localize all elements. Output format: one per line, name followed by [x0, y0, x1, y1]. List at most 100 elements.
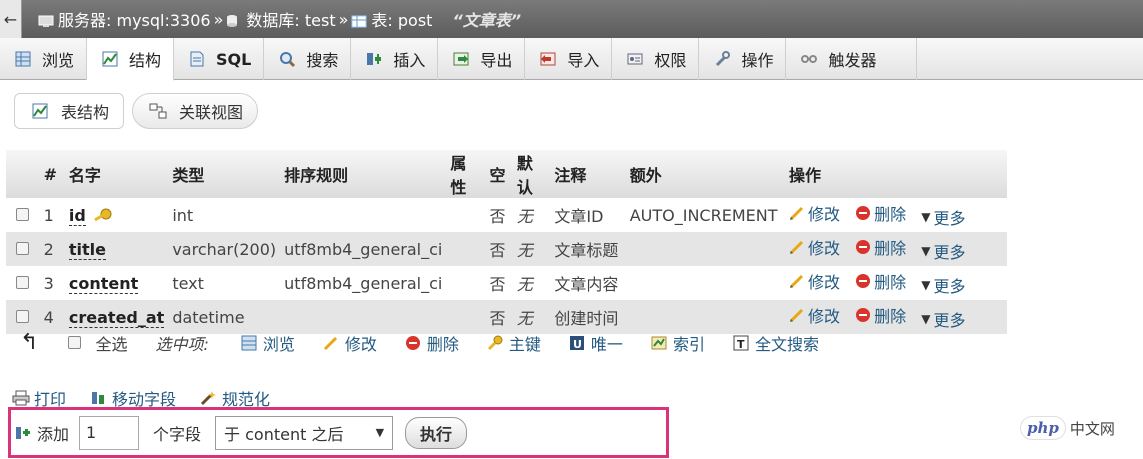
drop-link[interactable]: 删除	[855, 201, 906, 225]
edit-link[interactable]: 修改	[789, 303, 840, 327]
field-position-select[interactable]: 于 content 之后 ▼	[215, 415, 394, 450]
delete-icon	[405, 335, 421, 351]
key-icon	[487, 335, 503, 351]
field-position-value: 于 content 之后	[224, 424, 344, 444]
select-all[interactable]: 全选	[68, 331, 127, 355]
field-collation: utf8mb4_general_ci	[280, 232, 447, 266]
field-name[interactable]: content	[68, 273, 139, 294]
header-null: 空	[485, 150, 513, 198]
header-checkbox	[6, 150, 40, 198]
tab-triggers[interactable]: 触发器	[786, 38, 918, 80]
tab-search[interactable]: 搜索	[264, 38, 352, 80]
pencil-icon	[789, 205, 805, 221]
structure-icon	[101, 50, 119, 68]
more-dropdown[interactable]: ▼ 更多	[921, 273, 965, 297]
field-null: 否	[485, 232, 513, 266]
field-attributes	[446, 266, 486, 300]
bulk-fulltext-button[interactable]: T 全文搜索	[733, 331, 819, 355]
tab-insert[interactable]: 插入	[351, 38, 439, 80]
php-logo: php	[1020, 416, 1066, 440]
edit-link[interactable]: 修改	[789, 269, 840, 293]
breadcrumb-table[interactable]: 表: post	[371, 7, 432, 31]
more-dropdown[interactable]: ▼ 更多	[921, 239, 965, 263]
table-row: 1 id int 否 无 文章ID AUTO_INCREMENT 修改 删除 ▼…	[6, 198, 1007, 232]
back-arrow-button[interactable]: ←	[0, 0, 22, 38]
row-num: 3	[39, 266, 65, 300]
field-attributes	[446, 198, 486, 232]
subtab-label: 表结构	[61, 103, 110, 122]
drop-link[interactable]: 删除	[855, 303, 906, 327]
watermark: php 中文网	[1020, 414, 1138, 442]
row-checkbox[interactable]	[16, 207, 30, 221]
drop-link[interactable]: 删除	[855, 235, 906, 259]
unique-icon: U	[569, 335, 585, 351]
delete-icon	[855, 273, 871, 289]
subtab-relation-view[interactable]: 关联视图	[132, 93, 259, 129]
field-default: 无	[512, 232, 551, 266]
field-type: datetime	[168, 300, 281, 334]
header-collation: 排序规则	[280, 150, 447, 198]
table-row: 2 title varchar(200) utf8mb4_general_ci …	[6, 232, 1007, 266]
field-extra: AUTO_INCREMENT	[625, 198, 786, 232]
field-default: 无	[512, 300, 551, 334]
field-type: varchar(200)	[168, 232, 281, 266]
pencil-icon	[789, 273, 805, 289]
field-extra	[625, 232, 786, 266]
field-name[interactable]: id	[68, 205, 86, 226]
tab-label: 操作	[741, 51, 774, 70]
select-all-checkbox[interactable]	[68, 336, 82, 349]
bulk-edit-button[interactable]: 修改	[323, 331, 377, 355]
field-null: 否	[485, 300, 513, 334]
drop-link[interactable]: 删除	[855, 269, 906, 293]
table-icon	[351, 13, 367, 27]
wand-icon	[200, 390, 217, 406]
execute-button[interactable]: 执行	[405, 416, 468, 449]
breadcrumb-database[interactable]: 数据库: test	[246, 7, 335, 31]
tab-import[interactable]: 导入	[525, 38, 613, 80]
bulk-browse-button[interactable]: 浏览	[241, 331, 295, 355]
bulk-drop-button[interactable]: 删除	[405, 331, 459, 355]
bulk-primary-button[interactable]: 主键	[487, 331, 541, 355]
structure-subtabs: 表结构 关联视图	[14, 93, 259, 129]
edit-link[interactable]: 修改	[789, 201, 840, 225]
caret-down-icon: ▼	[921, 244, 931, 258]
caret-down-icon: ▼	[921, 210, 931, 224]
field-name[interactable]: created_at	[68, 307, 165, 328]
row-checkbox[interactable]	[16, 241, 30, 255]
tab-label: 导出	[480, 51, 513, 70]
operations-icon	[713, 50, 731, 68]
more-dropdown[interactable]: ▼ 更多	[921, 307, 965, 331]
edit-link[interactable]: 修改	[789, 235, 840, 259]
tab-structure[interactable]: 结构	[87, 38, 175, 81]
field-count-input[interactable]: 1	[79, 415, 140, 450]
field-extra	[625, 266, 786, 300]
field-attributes	[446, 232, 486, 266]
breadcrumb-separator: »	[338, 9, 349, 29]
tab-export[interactable]: 导出	[438, 38, 526, 80]
field-comment: 文章标题	[550, 232, 626, 266]
table-row: 4 created_at datetime 否 无 创建时间 修改 删除 ▼ 更多	[6, 300, 1007, 334]
database-icon	[226, 13, 242, 27]
breadcrumb-server[interactable]: 服务器: mysql:3306	[58, 7, 211, 31]
pencil-icon	[323, 335, 339, 351]
tab-label: SQL	[216, 49, 252, 69]
bulk-unique-button[interactable]: U 唯一	[569, 331, 623, 355]
header-default: 默认	[512, 150, 551, 198]
field-null: 否	[485, 198, 513, 232]
bulk-index-button[interactable]: 索引	[651, 331, 705, 355]
tab-privileges[interactable]: 权限	[612, 38, 700, 80]
table-header-row: # 名字 类型 排序规则 属性 空 默认 注释 额外 操作	[6, 150, 1007, 198]
subtab-table-structure[interactable]: 表结构	[14, 93, 125, 129]
sql-icon	[188, 50, 206, 68]
field-name[interactable]: title	[68, 239, 107, 260]
tab-operations[interactable]: 操作	[699, 38, 787, 80]
watermark-text: 中文网	[1069, 419, 1115, 438]
row-checkbox[interactable]	[16, 309, 30, 323]
tab-sql[interactable]: SQL	[174, 38, 265, 80]
more-dropdown[interactable]: ▼ 更多	[921, 205, 965, 229]
field-type: int	[168, 198, 281, 232]
tab-browse[interactable]: 浏览	[0, 38, 88, 80]
header-name: 名字	[64, 150, 169, 198]
add-field-form: 添加 1 个字段 于 content 之后 ▼ 执行	[8, 407, 669, 458]
row-checkbox[interactable]	[16, 275, 30, 289]
